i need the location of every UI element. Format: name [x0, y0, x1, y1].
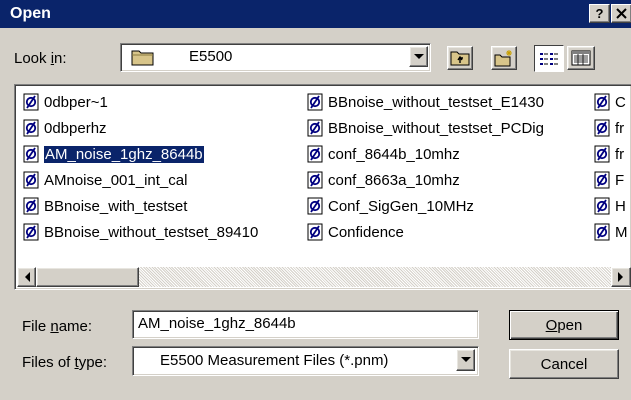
folder-icon: [131, 50, 154, 66]
scroll-left-button[interactable]: [17, 267, 36, 287]
scroll-left-arrow-icon: [24, 272, 30, 282]
file-item[interactable]: BBnoise_with_testset: [22, 196, 187, 216]
pnm-file-icon: [593, 119, 615, 137]
pnm-file-icon: [22, 171, 44, 189]
file-item[interactable]: 0dbperhz: [22, 118, 107, 138]
pnm-file-icon: [306, 171, 328, 189]
file-item[interactable]: fr: [593, 144, 624, 164]
scroll-right-arrow-icon: [618, 272, 623, 282]
close-icon: [616, 8, 627, 19]
close-button[interactable]: [611, 4, 631, 23]
open-dialog: Open ? Look in: E5500 0dbper~1 0dbperhz …: [0, 0, 631, 400]
file-type-label: Files of type:: [22, 354, 108, 371]
file-type-dropdown-button[interactable]: [456, 349, 475, 371]
pnm-file-icon: [22, 119, 44, 137]
file-item-name: conf_8663a_10mhz: [328, 171, 460, 189]
file-item-name: BBnoise_without_testset_89410: [44, 223, 259, 241]
look-in-value: E5500: [189, 48, 233, 65]
look-in-dropdown-button[interactable]: [409, 46, 428, 67]
help-button[interactable]: ?: [589, 4, 610, 23]
scroll-thumb[interactable]: [36, 267, 139, 287]
look-in-combo[interactable]: E5500: [120, 43, 431, 72]
pnm-file-icon: [22, 145, 44, 163]
horizontal-scrollbar[interactable]: [17, 267, 631, 287]
file-item[interactable]: Conf_SigGen_10MHz: [306, 196, 474, 216]
file-item[interactable]: fr: [593, 118, 624, 138]
file-list[interactable]: 0dbper~1 0dbperhz AM_noise_1ghz_8644b AMnoi…: [14, 84, 631, 290]
file-item[interactable]: H: [593, 196, 626, 216]
file-item[interactable]: BBnoise_without_testset_89410: [22, 222, 258, 242]
cancel-button[interactable]: Cancel: [509, 349, 619, 379]
pnm-file-icon: [22, 93, 44, 111]
pnm-file-icon: [306, 197, 328, 215]
file-item[interactable]: Confidence: [306, 222, 404, 242]
create-new-folder-button[interactable]: [491, 46, 517, 70]
pnm-file-icon: [593, 171, 615, 189]
up-one-level-button[interactable]: [447, 46, 473, 70]
file-type-value: E5500 Measurement Files (*.pnm): [160, 352, 389, 369]
file-item-name: BBnoise_without_testset_E1430: [328, 93, 544, 111]
dropdown-arrow-icon: [460, 357, 471, 362]
file-type-combo[interactable]: E5500 Measurement Files (*.pnm): [132, 346, 479, 376]
pnm-file-icon: [593, 93, 615, 111]
file-item-name: Conf_SigGen_10MHz: [328, 197, 474, 215]
dialog-title: Open: [10, 5, 51, 22]
file-item-name: Confidence: [328, 223, 404, 241]
file-item-name: conf_8644b_10mhz: [328, 145, 460, 163]
file-item-name: BBnoise_without_testset_PCDig: [328, 119, 544, 137]
create-new-folder-icon: [494, 50, 512, 67]
pnm-file-icon: [593, 145, 615, 163]
list-view-button[interactable]: [534, 45, 564, 72]
pnm-file-icon: [593, 223, 615, 241]
file-item-name: 0dbperhz: [44, 119, 107, 137]
title-bar[interactable]: Open ?: [0, 0, 631, 28]
pnm-file-icon: [306, 145, 328, 163]
file-item-name: 0dbper~1: [44, 93, 108, 111]
cancel-button-label: Cancel: [540, 355, 588, 373]
file-item[interactable]: BBnoise_without_testset_E1430: [306, 92, 544, 112]
dropdown-arrow-icon: [413, 53, 424, 59]
look-in-label: Look in:: [14, 50, 67, 67]
pnm-file-icon: [22, 197, 44, 215]
file-item-name: H: [615, 197, 626, 215]
file-item[interactable]: conf_8644b_10mhz: [306, 144, 460, 164]
file-name-label: File name:: [22, 318, 93, 335]
file-name-input[interactable]: AM_noise_1ghz_8644b: [132, 310, 479, 339]
file-item-name: BBnoise_with_testset: [44, 197, 188, 215]
file-item-name: C: [615, 93, 626, 111]
open-button-label: Open: [545, 316, 583, 334]
file-item[interactable]: AM_noise_1ghz_8644b: [22, 144, 205, 164]
details-view-button[interactable]: [567, 46, 595, 70]
up-one-level-icon: [450, 51, 470, 66]
file-item-name: F: [615, 171, 625, 189]
file-item-name: AMnoise_001_int_cal: [44, 171, 188, 189]
pnm-file-icon: [22, 223, 44, 241]
file-item[interactable]: F: [593, 170, 624, 190]
list-view-icon: [540, 52, 558, 65]
file-item[interactable]: 0dbper~1: [22, 92, 108, 112]
pnm-file-icon: [306, 119, 328, 137]
pnm-file-icon: [306, 93, 328, 111]
details-view-icon: [571, 50, 591, 66]
file-item[interactable]: conf_8663a_10mhz: [306, 170, 460, 190]
pnm-file-icon: [306, 223, 328, 241]
file-item-name: fr: [615, 119, 625, 137]
file-item[interactable]: C: [593, 92, 626, 112]
file-item[interactable]: M: [593, 222, 628, 242]
file-item[interactable]: AMnoise_001_int_cal: [22, 170, 187, 190]
scroll-right-button[interactable]: [611, 267, 631, 287]
file-item-name: AM_noise_1ghz_8644b: [43, 144, 205, 164]
pnm-file-icon: [593, 197, 615, 215]
file-item-name: fr: [615, 145, 625, 163]
file-name-value: AM_noise_1ghz_8644b: [138, 315, 296, 332]
file-item[interactable]: BBnoise_without_testset_PCDig: [306, 118, 544, 138]
open-button[interactable]: Open: [509, 310, 619, 340]
file-item-name: M: [615, 223, 628, 241]
